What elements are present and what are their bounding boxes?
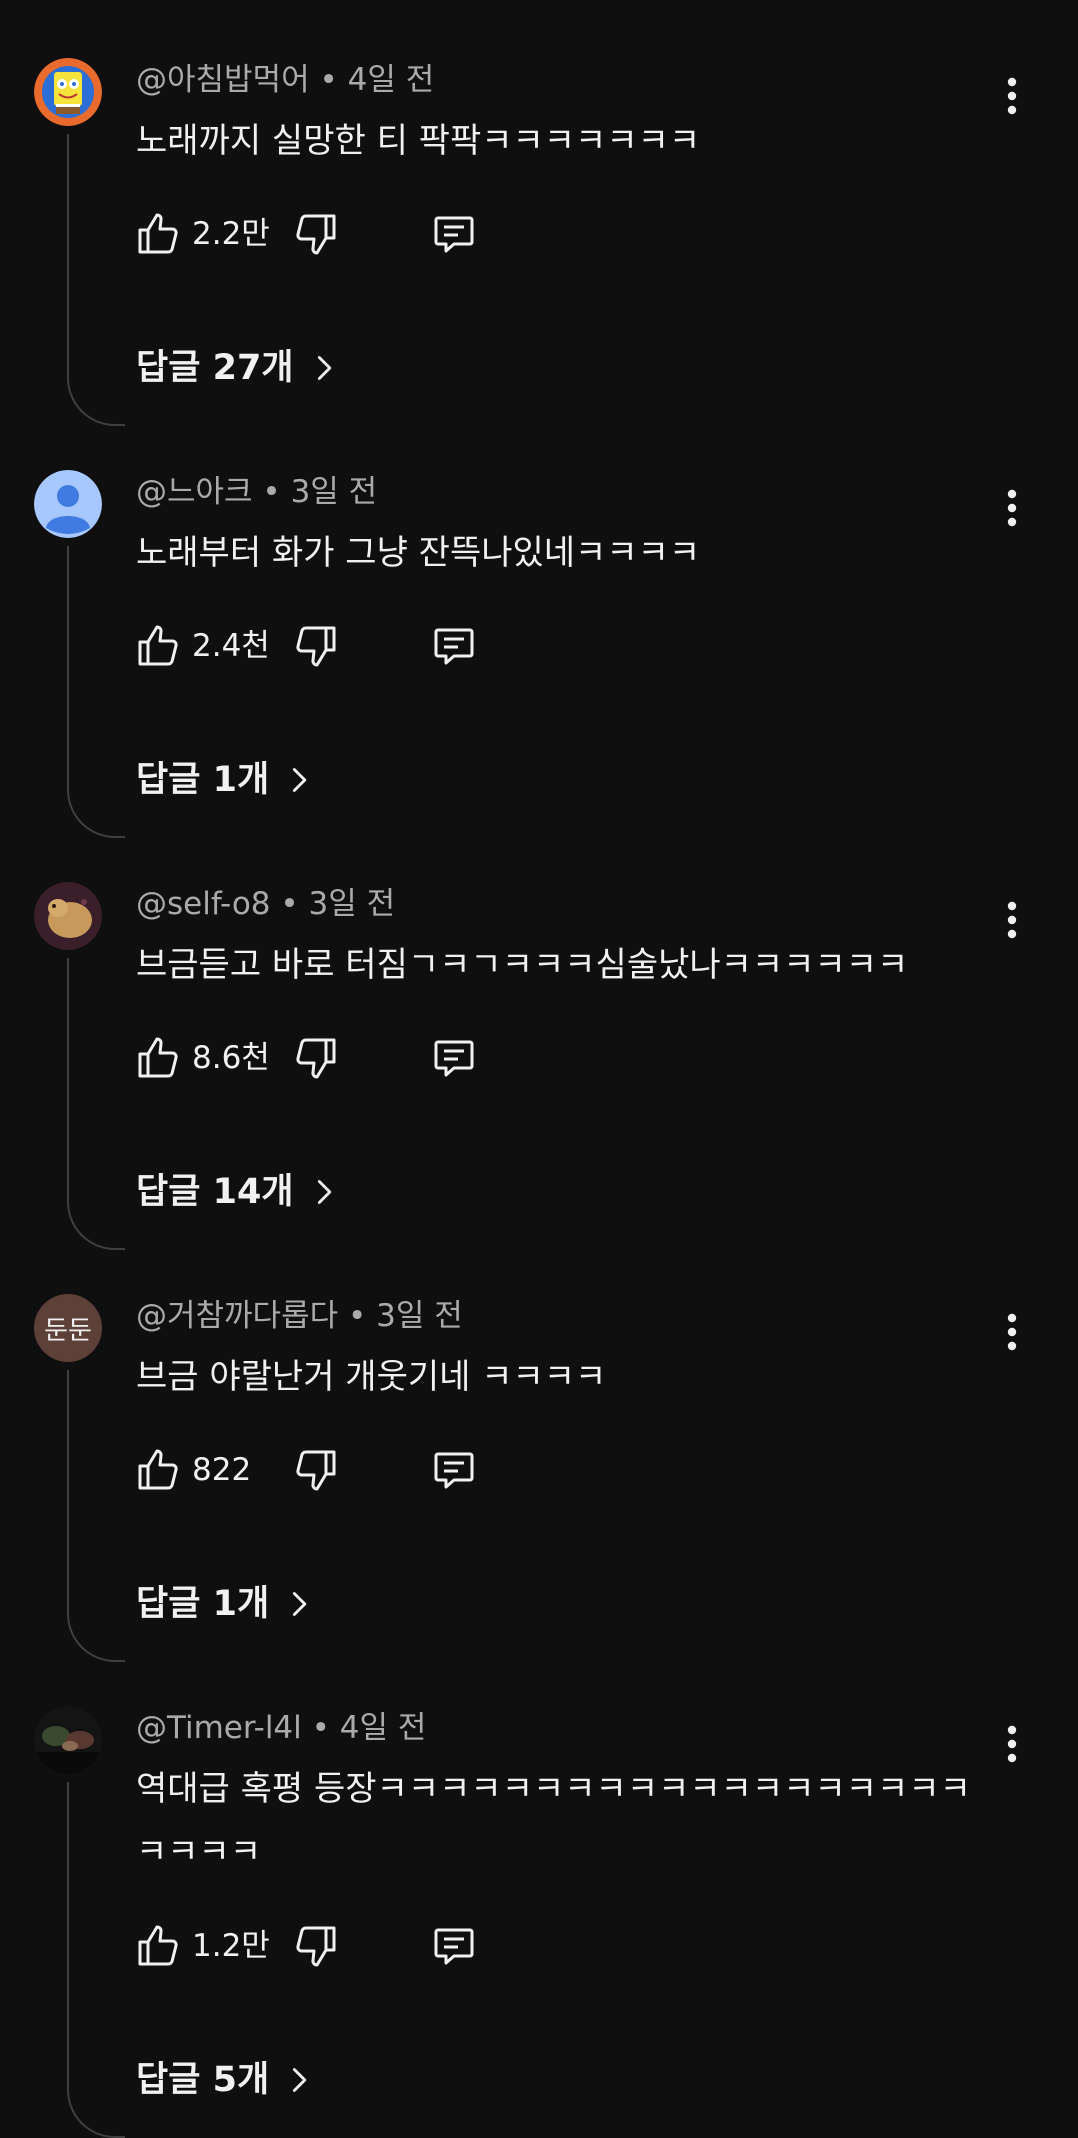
replies-label: 답글 1개 [136, 1584, 270, 1624]
like-count: 2.4천 [192, 628, 270, 664]
comment-author[interactable]: @느아크 [136, 474, 253, 510]
avatar[interactable] [34, 470, 102, 538]
chevron-right-icon [293, 768, 307, 792]
comment-meta: @self-o8 • 3일 전 [136, 884, 395, 924]
avatar[interactable] [34, 58, 102, 126]
chevron-right-icon [293, 1592, 307, 1616]
thread-line [67, 958, 125, 1250]
avatar[interactable]: 둔둔 [34, 1294, 102, 1362]
thumb-down-icon[interactable] [292, 1922, 340, 1970]
comment-author[interactable]: @Timer-l4l [136, 1710, 302, 1746]
comment-author[interactable]: @self-o8 [136, 886, 271, 922]
replies-label: 답글 5개 [136, 2060, 270, 2100]
avatar[interactable] [34, 1706, 102, 1774]
replies-label: 답글 27개 [136, 348, 294, 388]
view-replies-button[interactable]: 답글 5개 [136, 2056, 313, 2104]
meta-separator: • [270, 886, 309, 922]
thumb-down-icon[interactable] [292, 1034, 340, 1082]
like-count: 822 [192, 1452, 252, 1488]
comment-text: 브금듣고 바로 터짐ㄱㅋㄱㅋㅋㅋ심술났나ㅋㅋㅋㅋㅋㅋ [136, 945, 909, 985]
thread-line [67, 134, 125, 426]
chevron-right-icon [317, 356, 331, 380]
default-person-avatar-image [34, 470, 102, 538]
comment-actions: 1.2만 [134, 1918, 534, 1974]
comment-meta: @Timer-l4l • 4일 전 [136, 1708, 426, 1748]
comment-text: 역대급 혹평 등장ㅋㅋㅋㅋㅋㅋㅋㅋㅋㅋㅋㅋㅋㅋㅋㅋㅋㅋㅋㅋㅋㅋㅋ [136, 1769, 971, 1872]
thumb-down-icon[interactable] [292, 1446, 340, 1494]
replies-label: 답글 14개 [136, 1172, 294, 1212]
more-vert-icon[interactable] [988, 1720, 1036, 1768]
more-vert-icon[interactable] [988, 896, 1036, 944]
comment-author[interactable]: @아침밥먹어 [136, 62, 310, 98]
thumb-down-icon[interactable] [292, 622, 340, 670]
thumb-down-icon[interactable] [292, 210, 340, 258]
comment-author[interactable]: @거참까다롭다 [136, 1298, 338, 1334]
comment-meta: @거참까다롭다 • 3일 전 [136, 1296, 463, 1336]
view-replies-button[interactable]: 답글 1개 [136, 1580, 313, 1628]
comment-actions: 2.2만 [134, 206, 534, 262]
thumb-up-icon[interactable] [134, 622, 182, 670]
thread-line [67, 546, 125, 838]
view-replies-button[interactable]: 답글 1개 [136, 756, 313, 804]
comment-meta: @아침밥먹어 • 4일 전 [136, 60, 434, 100]
comment-time: 3일 전 [308, 886, 396, 922]
reply-comment-icon[interactable] [430, 1446, 478, 1494]
reply-comment-icon[interactable] [430, 1922, 478, 1970]
chevron-right-icon [317, 1180, 331, 1204]
more-vert-icon[interactable] [988, 72, 1036, 120]
meta-separator: • [338, 1298, 377, 1334]
reply-comment-icon[interactable] [430, 1034, 478, 1082]
avatar-text: 둔둔 [44, 1315, 92, 1346]
comment-time: 3일 전 [290, 474, 378, 510]
potato-avatar-image [34, 882, 102, 950]
comment-actions: 2.4천 [134, 618, 534, 674]
comment-time: 3일 전 [376, 1298, 463, 1334]
view-replies-button[interactable]: 답글 14개 [136, 1168, 338, 1216]
comment-time: 4일 전 [339, 1710, 427, 1746]
thumb-up-icon[interactable] [134, 1446, 182, 1494]
thumb-up-icon[interactable] [134, 210, 182, 258]
comment-meta: @느아크 • 3일 전 [136, 472, 377, 512]
comment-text: 노래부터 화가 그냥 잔뜩나있네ㅋㅋㅋㅋ [136, 533, 701, 573]
more-vert-icon[interactable] [988, 484, 1036, 532]
meta-separator: • [309, 62, 348, 98]
like-count: 8.6천 [192, 1040, 270, 1076]
like-count: 1.2만 [192, 1928, 270, 1964]
comment-actions: 8.6천 [134, 1030, 534, 1086]
chevron-right-icon [293, 2068, 307, 2092]
dark-photo-avatar-image [34, 1706, 102, 1774]
avatar[interactable] [34, 882, 102, 950]
thumb-up-icon[interactable] [134, 1922, 182, 1970]
reply-comment-icon[interactable] [430, 622, 478, 670]
spongebob-avatar-image [34, 58, 102, 126]
comment-actions: 822 [134, 1442, 534, 1498]
more-vert-icon[interactable] [988, 1308, 1036, 1356]
view-replies-button[interactable]: 답글 27개 [136, 344, 338, 392]
meta-separator: • [301, 1710, 340, 1746]
replies-label: 답글 1개 [136, 760, 270, 800]
meta-separator: • [252, 474, 291, 510]
like-count: 2.2만 [192, 216, 270, 252]
thread-line [67, 1782, 125, 2138]
thumb-up-icon[interactable] [134, 1034, 182, 1082]
comment-time: 4일 전 [347, 62, 435, 98]
comment-text: 브금 야랄난거 개웃기네 ㅋㅋㅋㅋ [136, 1357, 607, 1397]
thread-line [67, 1370, 125, 1662]
comment-text: 노래까지 실망한 티 팍팍ㅋㅋㅋㅋㅋㅋㅋ [136, 121, 701, 161]
reply-comment-icon[interactable] [430, 210, 478, 258]
